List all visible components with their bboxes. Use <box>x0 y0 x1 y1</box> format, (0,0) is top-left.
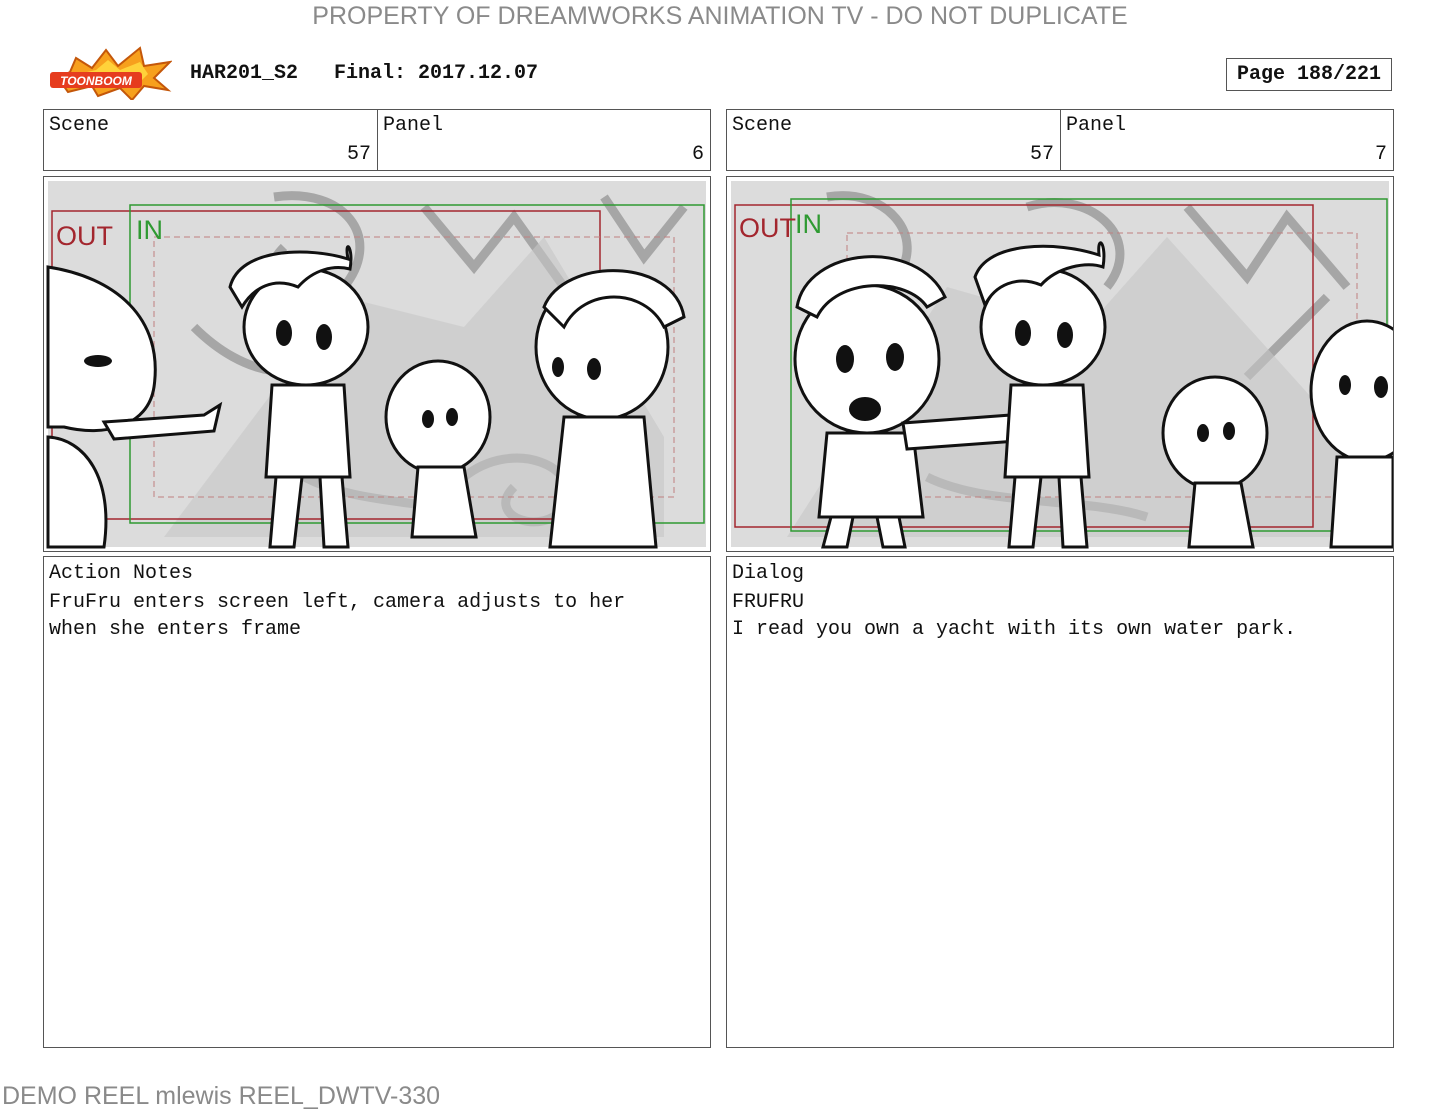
scene-value: 57 <box>1029 143 1054 166</box>
panel-cell-left: Panel 6 <box>377 109 711 171</box>
dialog-text: FRUFRU I read you own a yacht with its o… <box>732 591 1297 641</box>
panel-value: 6 <box>691 143 704 166</box>
frame-in-label: IN <box>136 215 163 245</box>
action-notes-box: Action Notes FruFru enters screen left, … <box>43 556 711 1048</box>
scene-label: Scene <box>49 114 110 137</box>
logo-text: TOONBOOM <box>60 74 133 88</box>
dialog-label: Dialog <box>732 562 805 585</box>
dialog-box: Dialog FRUFRU I read you own a yacht wit… <box>726 556 1394 1048</box>
sketch-drawing-left: OUT IN <box>46 181 706 549</box>
scene-cell-left: Scene 57 <box>43 109 378 171</box>
project-code: HAR201_S2 <box>190 62 299 85</box>
panel-label: Panel <box>383 114 444 137</box>
sketch-drawing-right: OUT IN <box>731 181 1393 549</box>
toonboom-logo-icon: TOONBOOM <box>48 44 173 102</box>
scene-value: 57 <box>346 143 371 166</box>
panel-cell-right: Panel 7 <box>1060 109 1394 171</box>
scene-cell-right: Scene 57 <box>726 109 1061 171</box>
frame-out-label: OUT <box>56 221 113 251</box>
panel-value: 7 <box>1374 143 1387 166</box>
panel-label: Panel <box>1066 114 1127 137</box>
frame-out-label: OUT <box>739 213 796 243</box>
action-notes-text: FruFru enters screen left, camera adjust… <box>49 591 626 641</box>
action-notes-label: Action Notes <box>49 562 194 585</box>
page-number: Page 188/221 <box>1226 58 1392 91</box>
watermark-top: PROPERTY OF DREAMWORKS ANIMATION TV - DO… <box>312 2 1128 30</box>
frame-in-label: IN <box>795 209 822 239</box>
storyboard-panel-left: OUT IN <box>43 176 711 552</box>
watermark-bottom: DEMO REEL mlewis REEL_DWTV-330 <box>2 1082 441 1110</box>
storyboard-panel-right: OUT IN <box>726 176 1394 552</box>
final-date: Final: 2017.12.07 <box>334 62 539 85</box>
scene-label: Scene <box>732 114 793 137</box>
